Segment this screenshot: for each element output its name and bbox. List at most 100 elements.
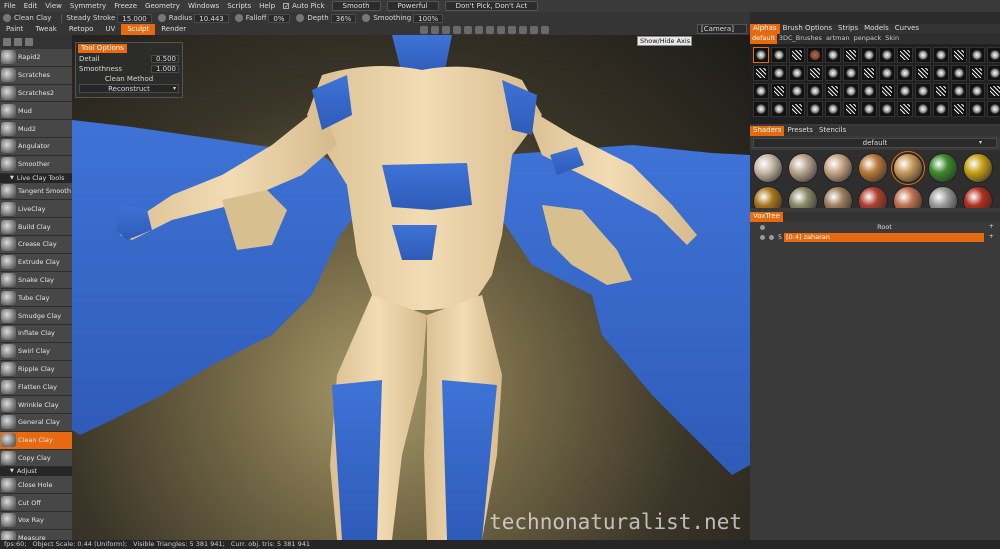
alpha-cell[interactable] bbox=[897, 83, 913, 99]
alpha-cell[interactable] bbox=[843, 101, 859, 117]
smoothing-value[interactable]: 100% bbox=[413, 13, 444, 23]
radius-field[interactable]: Radius 10.443 bbox=[157, 13, 229, 23]
tab-curves[interactable]: Curves bbox=[892, 24, 922, 34]
alpha-cell[interactable] bbox=[915, 101, 931, 117]
powerful-dropdown[interactable]: Powerful bbox=[386, 1, 439, 11]
alpha-cell[interactable] bbox=[879, 101, 895, 117]
menu-symmetry[interactable]: Symmetry bbox=[66, 2, 110, 10]
alpha-cell[interactable] bbox=[897, 101, 913, 117]
tool-item[interactable]: Extrude Clay bbox=[0, 253, 72, 272]
menu-edit[interactable]: Edit bbox=[20, 2, 42, 10]
depth-value[interactable]: 36% bbox=[330, 13, 357, 23]
alpha-cell[interactable] bbox=[951, 83, 967, 99]
alpha-cell[interactable] bbox=[951, 101, 967, 117]
alpha-cell[interactable] bbox=[987, 83, 1000, 99]
ortho-icon[interactable] bbox=[497, 25, 505, 34]
light-icon[interactable] bbox=[420, 25, 428, 34]
smooth-dropdown[interactable]: Smooth bbox=[331, 1, 381, 11]
steady-stroke-field[interactable]: Steady Stroke 15.000 bbox=[66, 13, 152, 23]
alpha-cell[interactable] bbox=[825, 47, 841, 63]
voxtree-item[interactable]: 5 [0.4] zaharan + bbox=[750, 232, 1000, 242]
eye-icon[interactable] bbox=[760, 224, 765, 230]
tab-paint[interactable]: Paint bbox=[0, 24, 29, 35]
alpha-set-skin[interactable]: Skin bbox=[883, 34, 901, 44]
alpha-set-penpack[interactable]: penpack bbox=[852, 34, 884, 44]
menu-freeze[interactable]: Freeze bbox=[110, 2, 141, 10]
section-header[interactable]: ▼ Live Clay Tools bbox=[0, 173, 72, 183]
tab-sculpt[interactable]: Sculpt bbox=[121, 24, 156, 35]
alpha-cell[interactable] bbox=[753, 101, 769, 117]
shader-swatch[interactable] bbox=[893, 186, 923, 208]
shader-swatch[interactable] bbox=[823, 186, 853, 208]
tool-item[interactable]: Flatten Clay bbox=[0, 378, 72, 397]
tool-item[interactable]: LiveClay bbox=[0, 200, 72, 219]
tool-item[interactable]: Measure bbox=[0, 529, 72, 540]
section-header[interactable]: ▼ Adjust bbox=[0, 467, 72, 477]
tool-item[interactable]: Swirl Clay bbox=[0, 342, 72, 361]
alpha-cell[interactable] bbox=[771, 47, 787, 63]
shader-swatch[interactable] bbox=[963, 186, 993, 208]
pin-icon[interactable] bbox=[3, 38, 11, 46]
alpha-cell[interactable] bbox=[969, 47, 985, 63]
alpha-cell[interactable] bbox=[969, 65, 985, 81]
pen-icon[interactable] bbox=[25, 38, 33, 46]
tab-shaders[interactable]: Shaders bbox=[750, 126, 785, 136]
shader-swatch[interactable] bbox=[788, 153, 818, 183]
shader-swatch[interactable] bbox=[891, 151, 925, 185]
tab-stencils[interactable]: Stencils bbox=[816, 126, 849, 136]
alpha-cell[interactable] bbox=[825, 65, 841, 81]
tool-item[interactable]: Crease Clay bbox=[0, 235, 72, 254]
tab-alphas[interactable]: Alphas bbox=[750, 24, 780, 34]
alpha-cell[interactable] bbox=[843, 47, 859, 63]
tab-tweak[interactable]: Tweak bbox=[29, 24, 63, 35]
alpha-cell[interactable] bbox=[753, 83, 769, 99]
tab-retopo[interactable]: Retopo bbox=[63, 24, 100, 35]
alpha-cell[interactable] bbox=[969, 101, 985, 117]
alpha-cell[interactable] bbox=[771, 65, 787, 81]
tool-item[interactable]: Ripple Clay bbox=[0, 360, 72, 379]
camera-select[interactable]: [Camera] bbox=[697, 24, 747, 34]
add-icon[interactable]: + bbox=[989, 222, 994, 230]
tool-item[interactable]: Tube Clay bbox=[0, 289, 72, 308]
alpha-set-3dc-brushes[interactable]: 3DC_Brushes bbox=[777, 34, 824, 44]
shader-swatch[interactable] bbox=[858, 153, 888, 183]
falloff-value[interactable]: 0% bbox=[268, 13, 291, 23]
tool-item[interactable]: Snake Clay bbox=[0, 271, 72, 290]
frame-icon[interactable] bbox=[475, 25, 483, 34]
alpha-cell[interactable] bbox=[915, 83, 931, 99]
tool-item[interactable]: Rapid2 bbox=[0, 49, 72, 67]
alpha-set-default[interactable]: default bbox=[750, 34, 777, 44]
tool-item[interactable]: Tangent Smooth bbox=[0, 182, 72, 201]
detail-input[interactable]: 0.500 bbox=[151, 55, 179, 63]
alpha-cell[interactable] bbox=[771, 83, 787, 99]
alpha-set-artman[interactable]: artman bbox=[824, 34, 852, 44]
auto-pick-toggle[interactable]: ✓ Auto Pick bbox=[279, 2, 328, 10]
tab-render[interactable]: Render bbox=[155, 24, 192, 35]
alpha-cell[interactable] bbox=[861, 47, 877, 63]
tab-presets[interactable]: Presets bbox=[784, 126, 815, 136]
alpha-cell[interactable] bbox=[951, 65, 967, 81]
alpha-cell[interactable] bbox=[897, 65, 913, 81]
alpha-cell[interactable] bbox=[789, 65, 805, 81]
shader-swatch[interactable] bbox=[753, 186, 783, 208]
alpha-cell[interactable] bbox=[933, 47, 949, 63]
tool-item[interactable]: Scratches2 bbox=[0, 84, 72, 103]
alpha-cell[interactable] bbox=[987, 101, 1000, 117]
tab-strips[interactable]: Strips bbox=[835, 24, 861, 34]
alpha-cell[interactable] bbox=[843, 83, 859, 99]
clean-method-select[interactable]: Reconstruct bbox=[79, 84, 179, 93]
alpha-cell[interactable] bbox=[933, 83, 949, 99]
alpha-cell[interactable] bbox=[897, 47, 913, 63]
alpha-cell[interactable] bbox=[879, 83, 895, 99]
menu-help[interactable]: Help bbox=[255, 2, 279, 10]
alpha-cell[interactable] bbox=[915, 65, 931, 81]
tool-item[interactable]: Copy Clay bbox=[0, 449, 72, 468]
rotate-icon[interactable] bbox=[541, 25, 549, 34]
smoothing-field[interactable]: Smoothing 100% bbox=[362, 13, 444, 23]
alpha-cell[interactable] bbox=[915, 47, 931, 63]
perspective-icon[interactable] bbox=[508, 25, 516, 34]
wireframe-icon[interactable] bbox=[442, 25, 450, 34]
tool-item[interactable]: Mud bbox=[0, 102, 72, 121]
tool-item[interactable]: Cut Off bbox=[0, 494, 72, 512]
screenshot-icon[interactable] bbox=[486, 25, 494, 34]
